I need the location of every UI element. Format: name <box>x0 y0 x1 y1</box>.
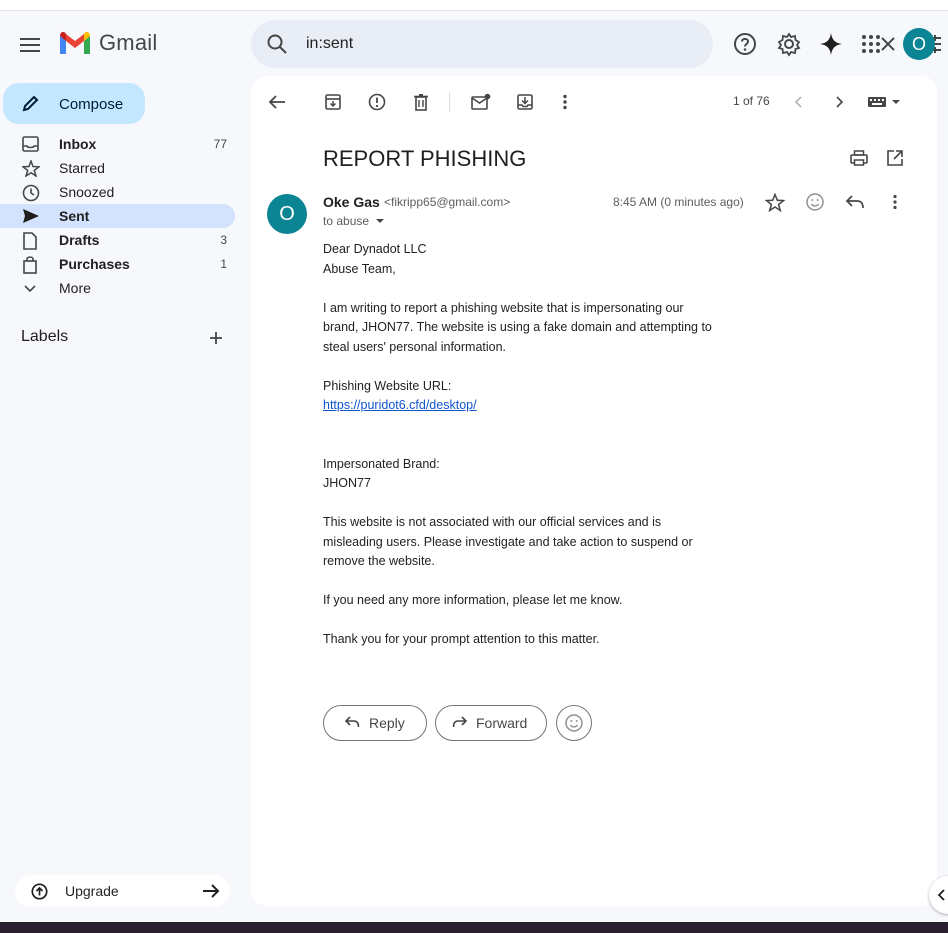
star-message-icon[interactable] <box>763 190 787 214</box>
body-line: I am writing to report a phishing websit… <box>323 300 684 315</box>
arrow-right-icon <box>201 881 221 901</box>
sidebar-item-purchases[interactable]: Purchases 1 <box>0 252 235 276</box>
sidebar-item-inbox[interactable]: Inbox 77 <box>0 132 235 156</box>
sender-avatar[interactable]: O <box>267 194 307 234</box>
gemini-icon[interactable] <box>817 30 845 58</box>
sidebar-item-more[interactable]: More <box>0 276 235 300</box>
window-top-edge <box>0 0 948 11</box>
body-line: steal users' personal information. <box>323 339 507 354</box>
add-label-icon[interactable] <box>207 329 225 347</box>
chevron-down-icon <box>22 280 38 296</box>
add-reaction-button[interactable] <box>556 705 592 741</box>
caret-down-icon[interactable] <box>375 217 385 225</box>
star-icon <box>22 160 40 177</box>
more-vert-icon[interactable] <box>553 90 577 114</box>
sidebar-item-label: Drafts <box>59 232 100 248</box>
reply-label: Reply <box>369 715 405 731</box>
body-line: brand, JHON77. The website is using a fa… <box>323 320 712 334</box>
sidebar-item-sent[interactable]: Sent <box>0 204 235 228</box>
move-to-icon[interactable] <box>513 90 537 114</box>
sidebar-item-label: Sent <box>59 208 90 224</box>
back-arrow-icon[interactable] <box>265 90 289 114</box>
reply-button[interactable]: Reply <box>323 705 427 741</box>
unread-count: 77 <box>213 137 227 151</box>
sidebar-item-label: More <box>59 280 91 296</box>
sidebar-item-label: Starred <box>59 160 105 176</box>
forward-label: Forward <box>476 715 528 731</box>
sender-email: <fikripp65@gmail.com> <box>384 195 511 209</box>
pagination-text: 1 of 76 <box>733 94 770 108</box>
os-taskbar <box>0 922 948 933</box>
sidebar-item-label: Inbox <box>59 136 97 152</box>
draft-icon <box>22 232 38 250</box>
reply-arrow-icon <box>344 715 360 729</box>
search-icon[interactable] <box>265 32 289 56</box>
gmail-wordmark: Gmail <box>99 30 158 55</box>
search-input[interactable]: in:sent <box>306 35 353 53</box>
sidebar-item-label: Snoozed <box>59 184 115 200</box>
print-icon[interactable] <box>847 146 871 170</box>
inbox-icon <box>22 136 40 152</box>
newer-chevron-icon[interactable] <box>787 90 811 114</box>
message-pane: 1 of 76 REPORT PHISHING O Oke Gas <fikri… <box>251 76 937 906</box>
delete-icon[interactable] <box>409 90 433 114</box>
open-new-window-icon[interactable] <box>883 146 907 170</box>
upgrade-label: Upgrade <box>65 883 119 899</box>
hamburger-menu-icon <box>20 38 40 52</box>
sidebar-item-drafts[interactable]: Drafts 3 <box>0 228 235 252</box>
body-line: Phishing Website URL: <box>323 378 452 393</box>
body-line: This website is not associated with our … <box>323 515 662 529</box>
apps-grid-icon[interactable] <box>857 30 885 58</box>
sidebar-item-snoozed[interactable]: Snoozed <box>0 180 235 204</box>
purchases-count: 1 <box>220 257 227 271</box>
body-line: If you need any more information, please… <box>323 593 623 607</box>
message-body: Dear Dynadot LLC Abuse Team, I am writin… <box>323 240 743 650</box>
message-more-icon[interactable] <box>883 190 907 214</box>
archive-icon[interactable] <box>321 90 345 114</box>
clock-icon <box>22 184 40 202</box>
sender-name[interactable]: Oke Gas <box>323 194 380 210</box>
compose-button[interactable]: Compose <box>3 83 145 124</box>
body-line: Impersonated Brand: <box>323 456 440 471</box>
forward-button[interactable]: Forward <box>435 705 547 741</box>
body-line: misleading users. Please investigate and… <box>323 534 693 549</box>
upgrade-button[interactable]: Upgrade <box>15 875 230 907</box>
body-line: Dear Dynadot LLC <box>323 242 427 256</box>
body-line: JHON77 <box>323 476 371 490</box>
reply-icon[interactable] <box>843 190 867 214</box>
upgrade-icon <box>31 883 48 900</box>
send-icon <box>22 208 40 224</box>
input-tools-keyboard-icon[interactable] <box>865 90 905 114</box>
search-bar[interactable]: in:sent <box>251 20 941 68</box>
phishing-url-link[interactable]: https://puridot6.cfd/desktop/ <box>323 398 477 412</box>
account-avatar[interactable]: O <box>903 28 935 60</box>
draft-count: 3 <box>220 233 227 247</box>
body-line: Abuse Team, <box>323 261 396 276</box>
gmail-m-icon <box>60 31 90 54</box>
forward-arrow-icon <box>452 715 468 729</box>
chevron-left-icon <box>937 889 945 901</box>
gmail-logo[interactable]: Gmail <box>58 30 157 56</box>
compose-label: Compose <box>59 96 124 113</box>
message-time: 8:45 AM (0 minutes ago) <box>613 195 744 209</box>
toolbar-divider <box>449 92 450 112</box>
recipient-details[interactable]: to abuse <box>323 214 385 228</box>
report-spam-icon[interactable] <box>365 90 389 114</box>
pencil-icon <box>22 94 40 112</box>
body-line: remove the website. <box>323 554 435 568</box>
message-subject: REPORT PHISHING <box>323 146 527 171</box>
sidebar-item-starred[interactable]: Starred <box>0 156 235 180</box>
labels-heading: Labels <box>21 328 69 345</box>
mark-unread-icon[interactable] <box>469 90 493 114</box>
recipient-label: to abuse <box>323 214 370 228</box>
sidebar-item-label: Purchases <box>59 256 130 272</box>
smiley-icon <box>565 714 583 732</box>
settings-icon[interactable] <box>775 30 803 58</box>
emoji-react-icon[interactable] <box>803 190 827 214</box>
body-line: Thank you for your prompt attention to t… <box>323 632 600 646</box>
main-menu-button[interactable] <box>14 28 48 62</box>
shopping-bag-icon <box>22 256 38 274</box>
older-chevron-icon[interactable] <box>827 90 851 114</box>
help-icon[interactable] <box>731 30 759 58</box>
